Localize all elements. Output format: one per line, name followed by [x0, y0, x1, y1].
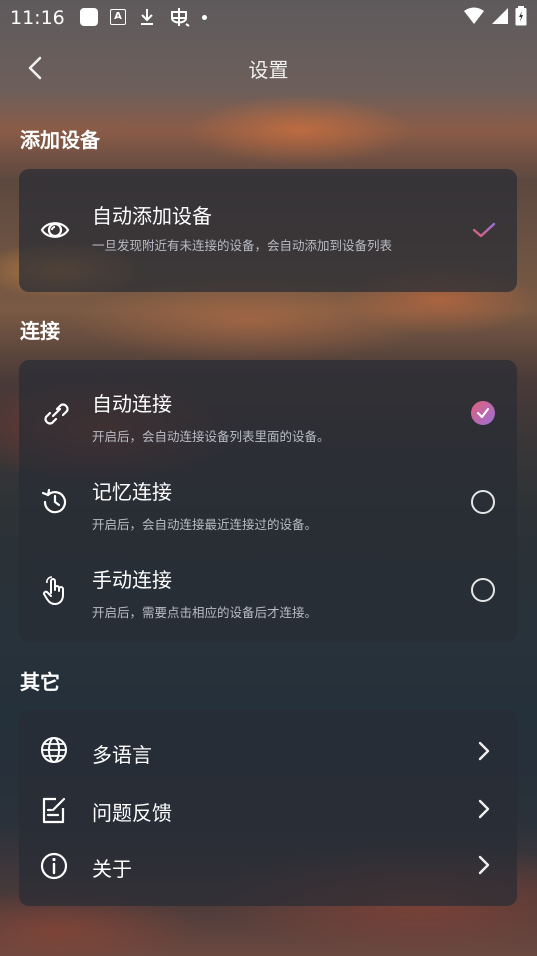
feedback-edit-icon — [42, 797, 66, 824]
bug-icon — [171, 8, 190, 27]
card-other: 多语言 问题反馈 关于 — [19, 710, 517, 906]
setting-title: 记忆连接 — [92, 480, 172, 504]
page-title: 设置 — [248, 58, 289, 82]
setting-title: 手动连接 — [92, 568, 172, 592]
setting-row-manual-connect[interactable]: 手动连接 开启后，需要点击相应的设备后才连接。 — [19, 540, 517, 630]
setting-title: 关于 — [92, 857, 132, 881]
status-time: 11:16 — [10, 7, 65, 29]
chevron-right-icon — [478, 741, 490, 761]
status-notification-icons: A — [80, 6, 207, 28]
setting-subtitle: 一旦发现附近有未连接的设备，会自动添加到设备列表 — [92, 238, 393, 253]
radio-unselected[interactable] — [471, 578, 497, 604]
link-icon — [44, 403, 69, 425]
setting-title: 多语言 — [92, 743, 152, 767]
check-circle-icon — [471, 401, 495, 425]
setting-subtitle: 开启后，会自动连接设备列表里面的设备。 — [92, 429, 330, 444]
radio-unselected[interactable] — [471, 490, 497, 516]
download-icon — [141, 9, 153, 25]
chevron-right-icon — [478, 855, 490, 875]
hand-tap-icon — [43, 576, 64, 605]
section-title-other: 其它 — [20, 670, 60, 694]
status-bar: 11:16 A — [0, 0, 537, 36]
section-title-connect: 连接 — [20, 319, 60, 343]
setting-subtitle: 开启后，需要点击相应的设备后才连接。 — [92, 605, 318, 620]
wifi-icon — [464, 7, 484, 24]
setting-row-auto-connect[interactable]: 自动连接 开启后，会自动连接设备列表里面的设备。 — [19, 360, 517, 452]
a-input-icon: A — [110, 9, 126, 25]
setting-row-language[interactable]: 多语言 — [19, 710, 517, 790]
checkmark-icon — [472, 222, 496, 238]
setting-title: 自动连接 — [92, 392, 172, 416]
setting-title: 自动添加设备 — [92, 204, 212, 228]
top-bar: 设置 — [0, 44, 537, 92]
setting-row-about[interactable]: 关于 — [19, 843, 517, 901]
status-system-icons — [463, 6, 527, 26]
card-connect: 自动连接 开启后，会自动连接设备列表里面的设备。 记忆连接 开启后，会自动连接最… — [19, 360, 517, 642]
radio-selected[interactable] — [471, 401, 497, 427]
setting-row-auto-add[interactable]: 自动添加设备 一旦发现附近有未连接的设备，会自动添加到设备列表 — [19, 169, 517, 292]
card-add-device: 自动添加设备 一旦发现附近有未连接的设备，会自动添加到设备列表 — [19, 169, 517, 292]
globe-icon — [41, 737, 67, 763]
setting-subtitle: 开启后，会自动连接最近连接过的设备。 — [92, 517, 318, 532]
chevron-right-icon — [478, 799, 490, 819]
setting-row-memory-connect[interactable]: 记忆连接 开启后，会自动连接最近连接过的设备。 — [19, 452, 517, 540]
info-icon — [40, 852, 68, 880]
section-title-add-device: 添加设备 — [20, 128, 100, 152]
stop-square-icon — [80, 8, 98, 26]
battery-icon — [515, 6, 527, 26]
setting-row-feedback[interactable]: 问题反馈 — [19, 785, 517, 843]
history-icon — [41, 488, 67, 514]
setting-title: 问题反馈 — [92, 801, 172, 825]
signal-icon — [492, 8, 508, 24]
dot-icon — [202, 14, 207, 20]
eye-icon — [40, 222, 70, 238]
